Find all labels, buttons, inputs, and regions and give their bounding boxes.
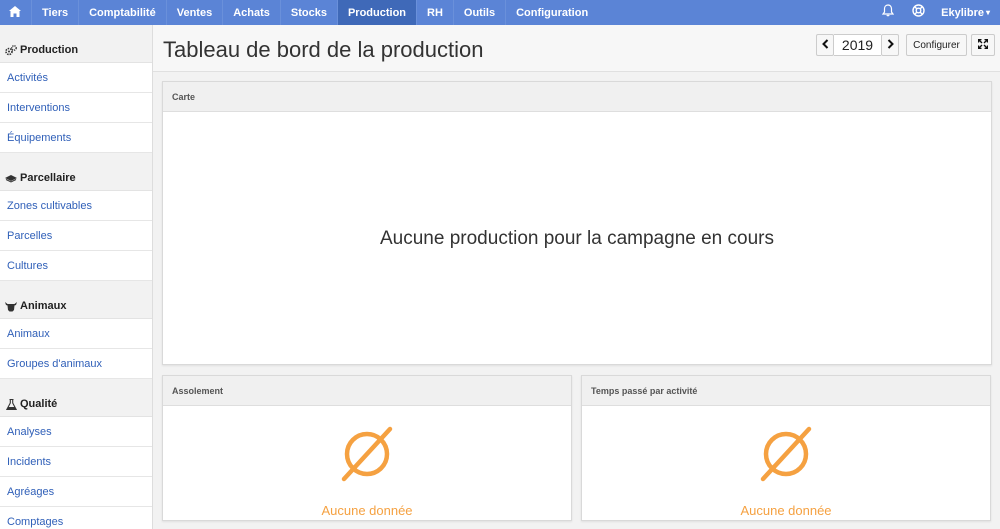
empty-set-icon xyxy=(756,424,816,489)
nav-production[interactable]: Production xyxy=(337,0,418,25)
user-name: Ekylibre xyxy=(941,6,984,19)
next-year-button[interactable] xyxy=(881,34,899,56)
main-content: Tableau de bord de la production 2019 Co… xyxy=(153,25,1000,529)
help-button[interactable] xyxy=(903,0,933,25)
assolement-panel-title: Assolement xyxy=(163,376,571,406)
nav-tiers[interactable]: Tiers xyxy=(32,0,80,25)
gears-icon xyxy=(5,44,17,56)
sidebar-item-animaux[interactable]: Animaux xyxy=(0,319,152,349)
bell-icon xyxy=(881,3,895,22)
lifebuoy-icon xyxy=(911,3,925,22)
cow-icon xyxy=(5,300,17,312)
nav-ventes[interactable]: Ventes xyxy=(167,0,224,25)
sidebar-section-production: Production xyxy=(0,25,152,63)
sidebar-item-interventions[interactable]: Interventions xyxy=(0,93,152,123)
sidebar-item-comptages[interactable]: Comptages xyxy=(0,507,152,529)
sidebar-section-qualite: Qualité xyxy=(0,379,152,417)
nav-achats[interactable]: Achats xyxy=(223,0,281,25)
sidebar-item-activites[interactable]: Activités xyxy=(0,63,152,93)
nav-comptabilite[interactable]: Comptabilité xyxy=(79,0,167,25)
sidebar-item-incidents[interactable]: Incidents xyxy=(0,447,152,477)
notifications-button[interactable] xyxy=(873,0,903,25)
nav-rh[interactable]: RH xyxy=(417,0,454,25)
nav-configuration[interactable]: Configuration xyxy=(506,0,598,25)
previous-year-button[interactable] xyxy=(816,34,834,56)
sidebar-section-parcellaire: Parcellaire xyxy=(0,153,152,191)
nav-stocks[interactable]: Stocks xyxy=(281,0,338,25)
assolement-panel: Assolement Aucune donnée xyxy=(162,375,572,521)
sidebar-item-groupes-animaux[interactable]: Groupes d'animaux xyxy=(0,349,152,379)
home-button[interactable] xyxy=(0,0,32,25)
top-navbar: Tiers Comptabilité Ventes Achats Stocks … xyxy=(0,0,1000,25)
home-icon xyxy=(9,5,21,20)
assolement-empty-label: Aucune donnée xyxy=(321,503,413,518)
chevron-right-icon xyxy=(887,38,894,52)
temps-panel: Temps passé par activité Aucune donnée xyxy=(581,375,991,521)
carte-panel-title: Carte xyxy=(163,82,991,112)
caret-down-icon: ▾ xyxy=(985,8,990,17)
chevron-left-icon xyxy=(821,38,829,52)
sidebar: Production Activités Interventions Équip… xyxy=(0,25,153,529)
page-title: Tableau de bord de la production xyxy=(163,37,484,62)
temps-empty-label: Aucune donnée xyxy=(740,503,832,518)
sidebar-item-parcelles[interactable]: Parcelles xyxy=(0,221,152,251)
sidebar-item-equipements[interactable]: Équipements xyxy=(0,123,152,153)
land-icon xyxy=(5,172,17,184)
flask-icon xyxy=(5,398,17,410)
sidebar-item-agreages[interactable]: Agréages xyxy=(0,477,152,507)
temps-panel-title: Temps passé par activité xyxy=(582,376,990,406)
configure-button[interactable]: Configurer xyxy=(906,34,967,56)
user-menu[interactable]: Ekylibre ▾ xyxy=(933,0,1000,25)
empty-set-icon xyxy=(337,424,397,489)
nav-outils[interactable]: Outils xyxy=(454,0,507,25)
carte-panel: Carte Aucune production pour la campagne… xyxy=(162,81,992,365)
fullscreen-button[interactable] xyxy=(971,34,995,56)
sidebar-item-zones-cultivables[interactable]: Zones cultivables xyxy=(0,191,152,221)
sidebar-item-analyses[interactable]: Analyses xyxy=(0,417,152,447)
sidebar-section-title: Production xyxy=(20,44,79,56)
sidebar-section-animaux: Animaux xyxy=(0,281,152,319)
carte-empty-message: Aucune production pour la campagne en co… xyxy=(380,228,774,249)
sidebar-item-cultures[interactable]: Cultures xyxy=(0,251,152,281)
expand-icon xyxy=(977,38,989,52)
sidebar-section-title: Parcellaire xyxy=(20,172,76,184)
year-display: 2019 xyxy=(834,34,881,56)
sidebar-section-title: Qualité xyxy=(20,398,58,410)
sidebar-section-title: Animaux xyxy=(20,300,67,312)
page-header: Tableau de bord de la production 2019 Co… xyxy=(153,25,1000,72)
